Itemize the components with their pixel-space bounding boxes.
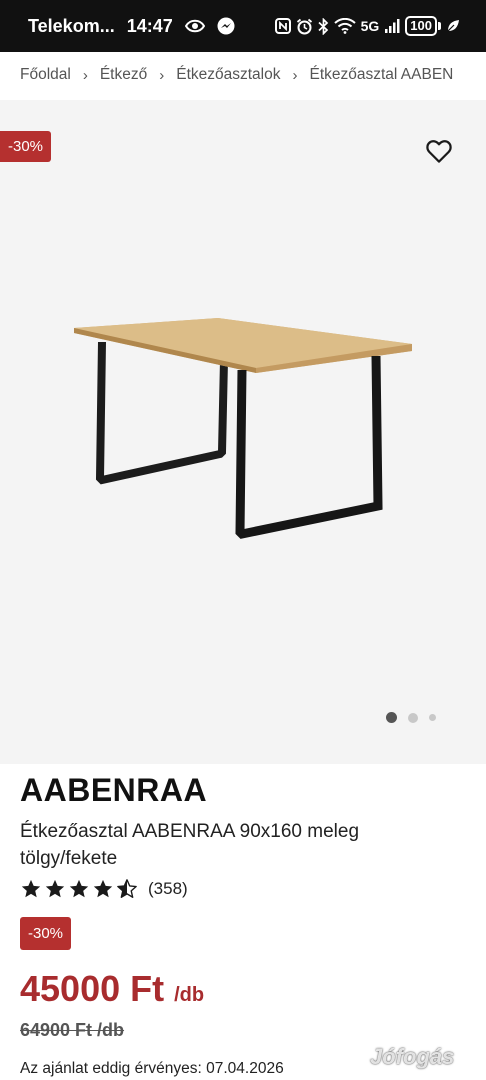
jofogas-watermark: Jófogás xyxy=(370,1044,455,1069)
half-star-icon xyxy=(117,879,137,898)
star-icon xyxy=(93,879,113,898)
battery-tip xyxy=(438,22,441,30)
offer-validity: Az ajánlat eddig érvényes: 07.04.2026 xyxy=(20,1060,284,1077)
product-image-gallery[interactable]: -30% xyxy=(0,100,486,764)
price-discount-badge: -30% xyxy=(20,917,72,950)
product-rating[interactable]: (358) xyxy=(20,878,188,900)
original-price: 64900 Ft /db xyxy=(20,1020,125,1040)
star-icon xyxy=(21,879,41,898)
messenger-icon xyxy=(217,17,235,35)
bluetooth-icon xyxy=(318,17,329,35)
signal-icon xyxy=(384,18,400,34)
product-brand: AABENRAA xyxy=(20,772,208,808)
status-bar: Telekom... 14:47 5G 100 xyxy=(0,0,486,52)
carousel-dot-3[interactable] xyxy=(429,714,436,721)
battery-level: 100 xyxy=(405,16,437,36)
review-count[interactable]: (358) xyxy=(148,879,188,899)
battery-icon: 100 xyxy=(405,16,441,36)
carousel-pagination xyxy=(386,712,436,723)
carousel-dot-1[interactable] xyxy=(386,712,397,723)
breadcrumb-home-link[interactable]: Főoldal xyxy=(20,66,71,84)
leaf-icon xyxy=(446,19,460,33)
chevron-right-icon: › xyxy=(82,66,88,84)
breadcrumb-current-page[interactable]: Étkezőasztal AABEN xyxy=(309,66,453,84)
carousel-dot-2[interactable] xyxy=(408,712,418,723)
clock: 14:47 xyxy=(126,15,173,36)
product-image[interactable] xyxy=(60,300,430,550)
network-type: 5G xyxy=(360,18,380,34)
wifi-icon xyxy=(333,18,356,34)
star-icon xyxy=(69,879,89,898)
breadcrumb-subcategory-link[interactable]: Étkezőasztalok xyxy=(176,66,280,84)
breadcrumb: Főoldal › Étkező › Étkezőasztalok › Étke… xyxy=(0,52,486,98)
heart-icon[interactable] xyxy=(424,136,454,166)
chevron-right-icon: › xyxy=(292,66,298,84)
alarm-icon xyxy=(296,18,313,35)
eye-icon xyxy=(184,19,205,33)
discount-badge: -30% xyxy=(0,131,52,162)
price-unit: /db xyxy=(174,984,205,1006)
rating-stars xyxy=(20,878,138,900)
carrier-name: Telekom... xyxy=(28,15,115,36)
star-icon xyxy=(45,879,65,898)
chevron-right-icon: › xyxy=(159,66,165,84)
nfc-icon xyxy=(274,18,291,34)
price-value: 45000 Ft xyxy=(20,968,165,1009)
product-title: Étkezőasztal AABENRAA 90x160 meleg tölgy… xyxy=(20,821,360,869)
breadcrumb-category-link[interactable]: Étkező xyxy=(100,66,147,84)
current-price: 45000 Ft /db xyxy=(20,968,204,1010)
